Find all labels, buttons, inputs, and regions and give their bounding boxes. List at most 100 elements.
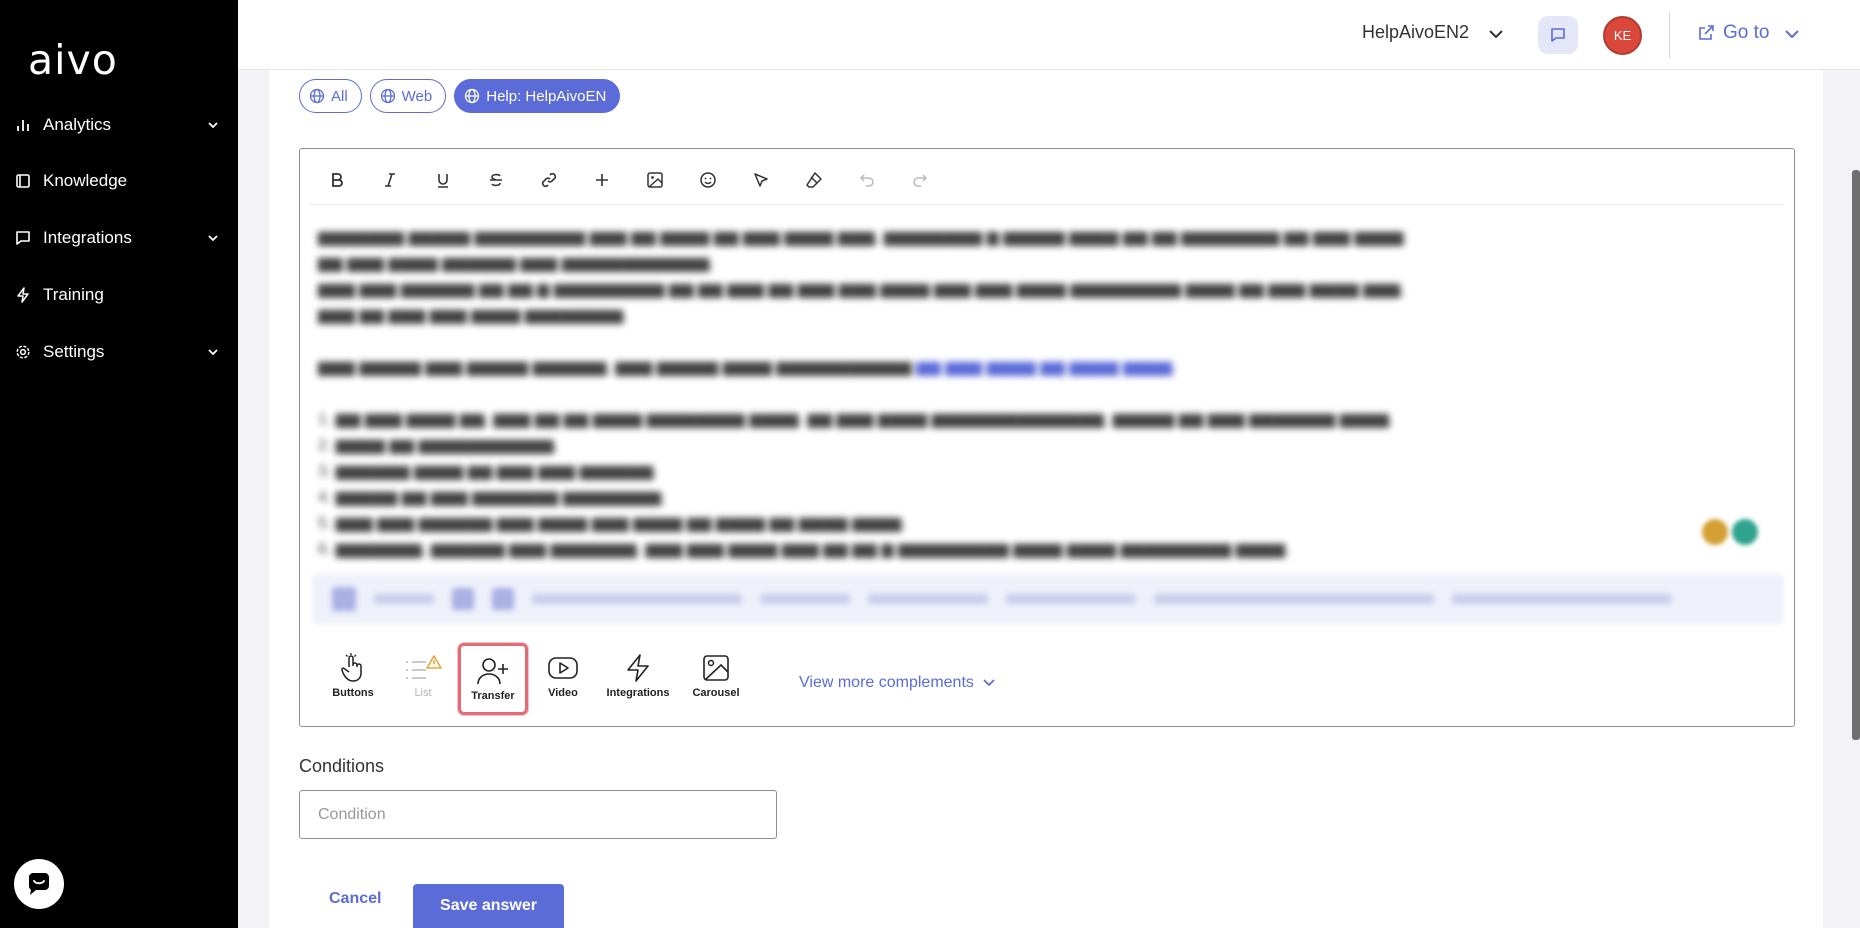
condition-input[interactable]: [299, 790, 777, 839]
complement-video[interactable]: Video: [528, 643, 598, 715]
emoji-button[interactable]: [681, 160, 734, 200]
filter-chip-help[interactable]: Help: HelpAivoEN: [454, 79, 621, 113]
bold-button[interactable]: [310, 160, 363, 200]
strikethrough-button[interactable]: [469, 160, 522, 200]
complement-list[interactable]: List: [388, 643, 458, 715]
complement-label: Transfer: [471, 690, 515, 702]
complement-label: Buttons: [332, 687, 374, 699]
chevron-down-icon: [983, 679, 995, 687]
globe-icon: [309, 88, 325, 104]
editor-toolbar: [310, 155, 1784, 205]
complement-label: Carousel: [692, 687, 740, 699]
complements-bar: Buttons List Transfer Video Integrations…: [318, 643, 754, 715]
book-icon: [15, 173, 31, 189]
user-plus-icon: [477, 654, 509, 688]
attached-buttons-preview-blurred: [312, 574, 1784, 624]
complement-label: Video: [548, 687, 578, 699]
message-square-icon: [15, 230, 31, 246]
editor-badges: [1702, 519, 1758, 545]
workspace-selector[interactable]: HelpAivoEN2: [1362, 22, 1469, 43]
sidebar-item-label: Knowledge: [43, 171, 128, 190]
italic-button[interactable]: [363, 160, 416, 200]
view-more-complements-button[interactable]: View more complements: [799, 674, 996, 692]
sidebar: aivo Analytics Knowledge Integrations Tr…: [0, 0, 238, 928]
globe-icon: [380, 88, 395, 104]
filter-chip-all[interactable]: All: [299, 79, 362, 113]
sidebar-item-label: Integrations: [43, 228, 132, 247]
undo-icon: [859, 173, 874, 187]
chevron-down-icon[interactable]: [1784, 28, 1800, 40]
messages-button[interactable]: [1538, 16, 1578, 54]
undo-button[interactable]: [840, 160, 893, 200]
redo-button[interactable]: [893, 160, 946, 200]
chevron-down-icon: [208, 235, 218, 242]
view-more-label: View more complements: [799, 674, 974, 691]
emoji-icon: [699, 171, 716, 188]
insert-image-button[interactable]: [628, 160, 681, 200]
avatar[interactable]: KE: [1603, 16, 1642, 55]
eraser-button[interactable]: [787, 160, 840, 200]
cancel-button[interactable]: Cancel: [329, 890, 381, 908]
aivo-logo[interactable]: aivo: [28, 36, 118, 84]
strikethrough-icon: [489, 173, 502, 186]
italic-icon: [384, 172, 395, 187]
link-icon: [541, 172, 556, 187]
zap-icon: [625, 651, 651, 685]
chevron-down-icon: [208, 122, 218, 129]
image-icon: [646, 171, 663, 188]
chat-bubble-icon: [29, 873, 49, 895]
redo-icon: [912, 173, 927, 187]
sidebar-item-settings[interactable]: Settings: [0, 332, 238, 372]
underline-icon: [437, 173, 448, 188]
chat-widget-button[interactable]: [14, 859, 64, 909]
sidebar-item-training[interactable]: Training: [0, 275, 238, 315]
cursor-icon: [753, 172, 768, 187]
pointer-button[interactable]: [734, 160, 787, 200]
underline-button[interactable]: [416, 160, 469, 200]
rich-text-editor[interactable]: ▆▆▆▆▆▆▆ ▆▆▆▆▆ ▆▆▆▆▆▆▆▆▆ ▆▆▆ ▆▆ ▆▆▆▆ ▆▆ ▆…: [299, 148, 1795, 727]
sidebar-item-analytics[interactable]: Analytics: [0, 105, 238, 145]
globe-icon: [465, 88, 480, 104]
answer-body-blurred[interactable]: ▆▆▆▆▆▆▆ ▆▆▆▆▆ ▆▆▆▆▆▆▆▆▆ ▆▆▆ ▆▆ ▆▆▆▆ ▆▆ ▆…: [318, 225, 1418, 563]
divider: [1669, 12, 1670, 58]
zap-icon: [15, 287, 31, 303]
conditions-label: Conditions: [299, 756, 385, 776]
filter-chip-web[interactable]: Web: [369, 79, 447, 113]
image-icon: [702, 651, 730, 685]
message-square-icon: [1551, 28, 1565, 42]
sidebar-item-label: Settings: [43, 342, 105, 361]
complement-integrations[interactable]: Integrations: [598, 643, 678, 715]
plus-icon: [595, 173, 608, 186]
link-button[interactable]: [522, 160, 575, 200]
badge-icon: [1732, 519, 1758, 545]
external-link-icon: [1699, 25, 1714, 40]
complement-label: List: [414, 687, 432, 699]
eraser-icon: [805, 171, 822, 188]
sidebar-item-integrations[interactable]: Integrations: [0, 218, 238, 258]
chevron-down-icon[interactable]: [1488, 28, 1504, 40]
top-bar: HelpAivoEN2 KE Go to: [238, 0, 1860, 70]
goto-label: Go to: [1723, 22, 1770, 43]
bar-chart-icon: [15, 117, 31, 133]
chevron-down-icon: [208, 349, 218, 356]
sidebar-item-knowledge[interactable]: Knowledge: [0, 161, 238, 201]
badge-icon: [1702, 519, 1728, 545]
hand-pointer-icon: [339, 651, 367, 685]
add-button[interactable]: [575, 160, 628, 200]
answer-editor-card: All Web Help: HelpAivoEN ▆▆▆▆▆▆▆ ▆▆▆▆▆ ▆…: [269, 70, 1823, 928]
sidebar-item-label: Training: [43, 285, 104, 304]
scrollbar[interactable]: [1852, 170, 1860, 740]
channel-filters: All Web Help: HelpAivoEN: [299, 79, 621, 113]
chip-label: Help: HelpAivoEN: [486, 87, 607, 105]
list-warning-icon: [404, 651, 442, 685]
goto-link[interactable]: Go to: [1697, 22, 1769, 44]
complement-carousel[interactable]: Carousel: [678, 643, 754, 715]
complement-transfer[interactable]: Transfer: [458, 643, 528, 715]
save-answer-button[interactable]: Save answer: [413, 884, 564, 928]
chip-label: Web: [401, 87, 433, 105]
complement-label: Integrations: [606, 687, 670, 699]
sidebar-item-label: Analytics: [43, 115, 112, 134]
chip-label: All: [331, 87, 348, 105]
youtube-icon: [547, 651, 579, 685]
complement-buttons[interactable]: Buttons: [318, 643, 388, 715]
